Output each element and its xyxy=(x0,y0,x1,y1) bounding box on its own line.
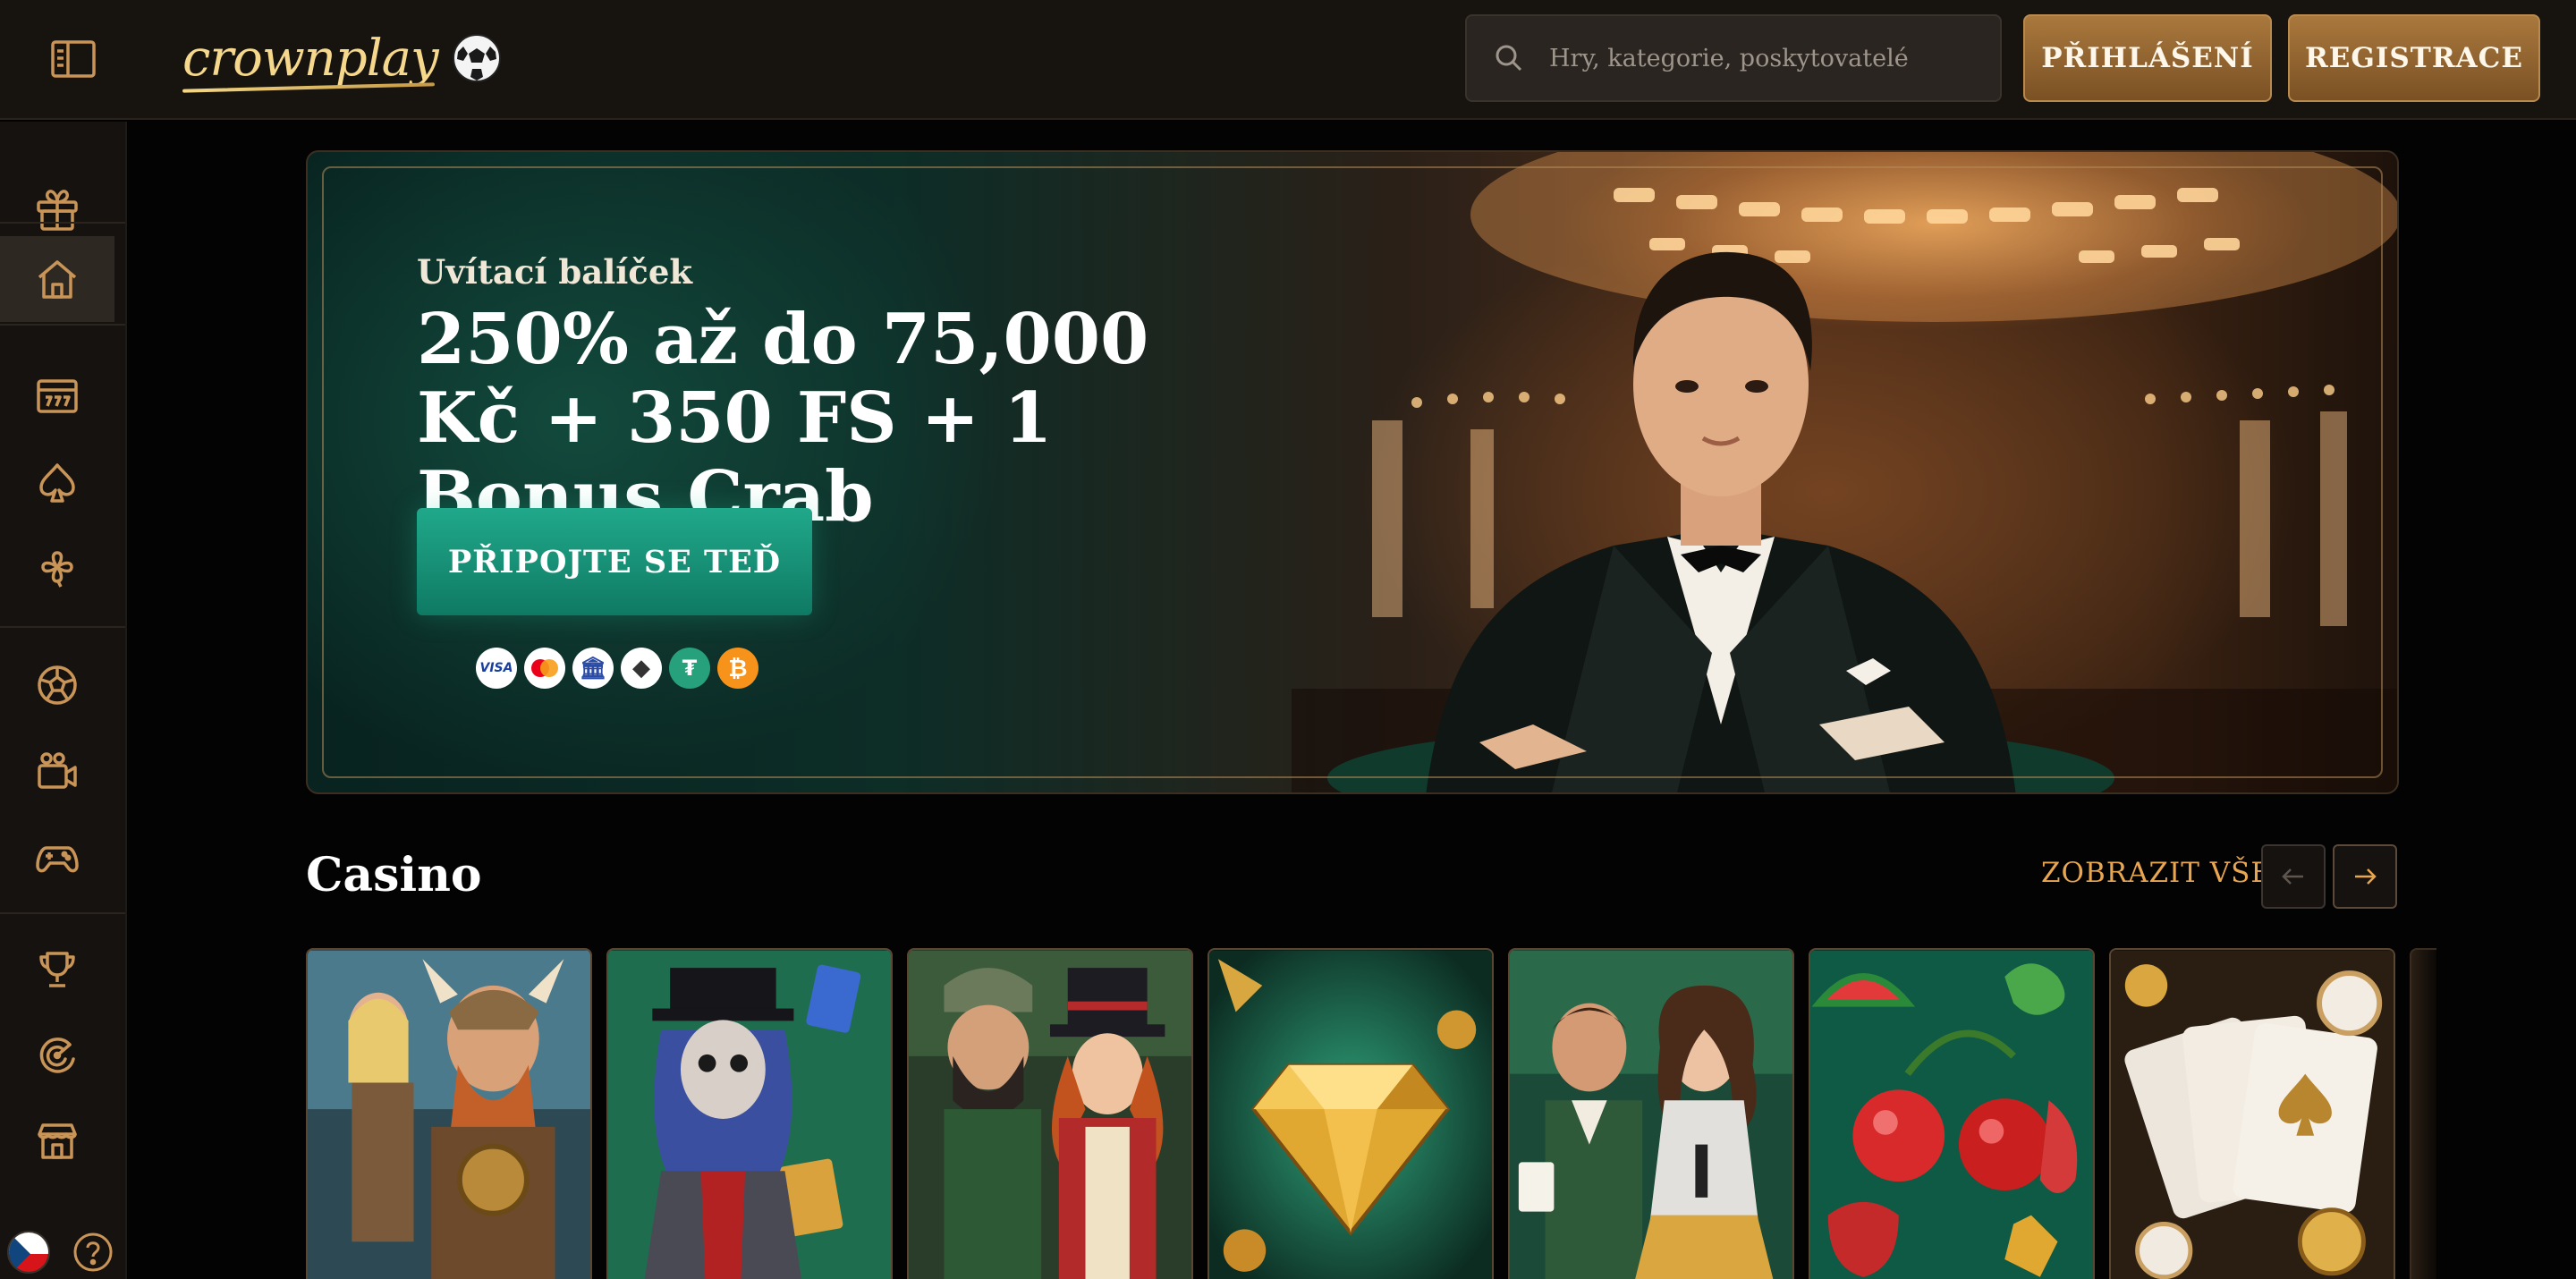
register-button[interactable]: REGISTRACE xyxy=(2288,14,2540,102)
sidebar-item-live-casino[interactable] xyxy=(0,728,114,814)
bank-transfer-icon: 🏛 xyxy=(572,648,614,689)
wheel-icon xyxy=(39,1038,75,1073)
game-card-fruit-slots[interactable] xyxy=(1809,948,2095,1279)
spade-icon xyxy=(39,463,75,503)
mastercard-icon xyxy=(524,648,565,689)
game-card-next-peek[interactable] xyxy=(2410,948,2436,1279)
search-input[interactable] xyxy=(1549,44,1996,72)
sidebar-item-home[interactable] xyxy=(0,236,114,322)
welcome-banner[interactable]: Uvítací balíček 250% až do 75,000 Kč + 3… xyxy=(306,150,2399,794)
home-icon xyxy=(38,260,77,299)
search-bar[interactable] xyxy=(1465,14,2002,102)
ethereum-icon: ◆ xyxy=(621,648,662,689)
live-hosts-game-thumbnail xyxy=(1510,950,1792,1279)
sidebar-item-slots[interactable] xyxy=(0,352,114,438)
sidebar-footer xyxy=(0,1224,125,1279)
join-now-button[interactable]: PŘIPOJTE SE TEĎ xyxy=(417,508,812,615)
game-card-live-hosts[interactable] xyxy=(1508,948,1794,1279)
game-card-viking-warriors[interactable] xyxy=(306,948,592,1279)
sidebar-item-wheel[interactable] xyxy=(0,1012,114,1098)
sidebar-toggle-icon[interactable] xyxy=(50,39,97,79)
sidebar-divider xyxy=(0,222,125,224)
banner-subtitle: Uvítací balíček xyxy=(417,252,693,292)
live-camera-icon xyxy=(38,752,77,789)
sidebar-item-table-games[interactable] xyxy=(0,440,114,526)
banner-title: 250% až do 75,000 Kč + 350 FS + 1 Bonus … xyxy=(417,299,1149,538)
search-icon xyxy=(1496,45,1522,72)
arrow-left-icon xyxy=(2282,868,2303,885)
carousel-prev-button[interactable] xyxy=(2261,844,2326,909)
game-card-voodoo-magician[interactable] xyxy=(606,948,893,1279)
login-button[interactable]: PŘIHLÁŠENÍ xyxy=(2023,14,2272,102)
game-card-poker[interactable] xyxy=(2109,948,2395,1279)
slot-machine-icon xyxy=(37,379,78,413)
logo-text: crownplay xyxy=(182,29,439,88)
sidebar-item-lucky[interactable] xyxy=(0,526,114,612)
bitcoin-icon: ₿ xyxy=(717,648,758,689)
casino-games-carousel xyxy=(306,948,2576,1279)
gnome-game-thumbnail xyxy=(909,950,1191,1279)
crownplay-logo[interactable]: crownplay xyxy=(182,18,503,98)
carousel-next-button[interactable] xyxy=(2333,844,2397,909)
viking-game-thumbnail xyxy=(308,950,590,1279)
sidebar-item-shop[interactable] xyxy=(0,1098,114,1184)
sidebar-divider xyxy=(0,324,125,326)
sidebar-item-sports[interactable] xyxy=(0,642,114,728)
poker-game-thumbnail xyxy=(2111,950,2394,1279)
trophy-icon xyxy=(39,952,75,987)
soccer-ball-icon xyxy=(452,34,501,82)
tether-icon: ₮ xyxy=(669,648,710,689)
sidebar-divider xyxy=(0,912,125,914)
sidebar xyxy=(0,122,127,1279)
game-card-gnome-ringmaster[interactable] xyxy=(907,948,1193,1279)
sidebar-divider xyxy=(0,626,125,628)
gift-icon xyxy=(37,190,78,231)
shop-icon xyxy=(38,1123,77,1159)
payment-methods: VISA 🏛 ◆ ₮ ₿ xyxy=(476,648,758,689)
voodoo-game-thumbnail xyxy=(608,950,891,1279)
fruit-game-thumbnail xyxy=(1810,950,2093,1279)
sidebar-item-games[interactable] xyxy=(0,814,114,900)
visa-icon: VISA xyxy=(476,648,517,689)
casino-section-title: Casino xyxy=(306,848,482,902)
diamond-game-thumbnail xyxy=(1209,950,1492,1279)
top-header: crownplay PŘIHLÁŠENÍ REGISTRACE xyxy=(0,0,2576,120)
sidebar-item-tournaments[interactable] xyxy=(0,927,114,1012)
help-icon[interactable] xyxy=(72,1231,114,1274)
game-card-golden-diamond[interactable] xyxy=(1208,948,1494,1279)
view-all-link[interactable]: ZOBRAZIT VŠE xyxy=(2041,857,2272,889)
gamepad-icon xyxy=(36,846,79,873)
clover-icon xyxy=(41,551,73,588)
arrow-right-icon xyxy=(2355,868,2377,885)
cz-flag-icon[interactable] xyxy=(7,1231,50,1274)
sports-ball-icon xyxy=(38,665,77,705)
dealer-illustration xyxy=(1327,251,2114,792)
